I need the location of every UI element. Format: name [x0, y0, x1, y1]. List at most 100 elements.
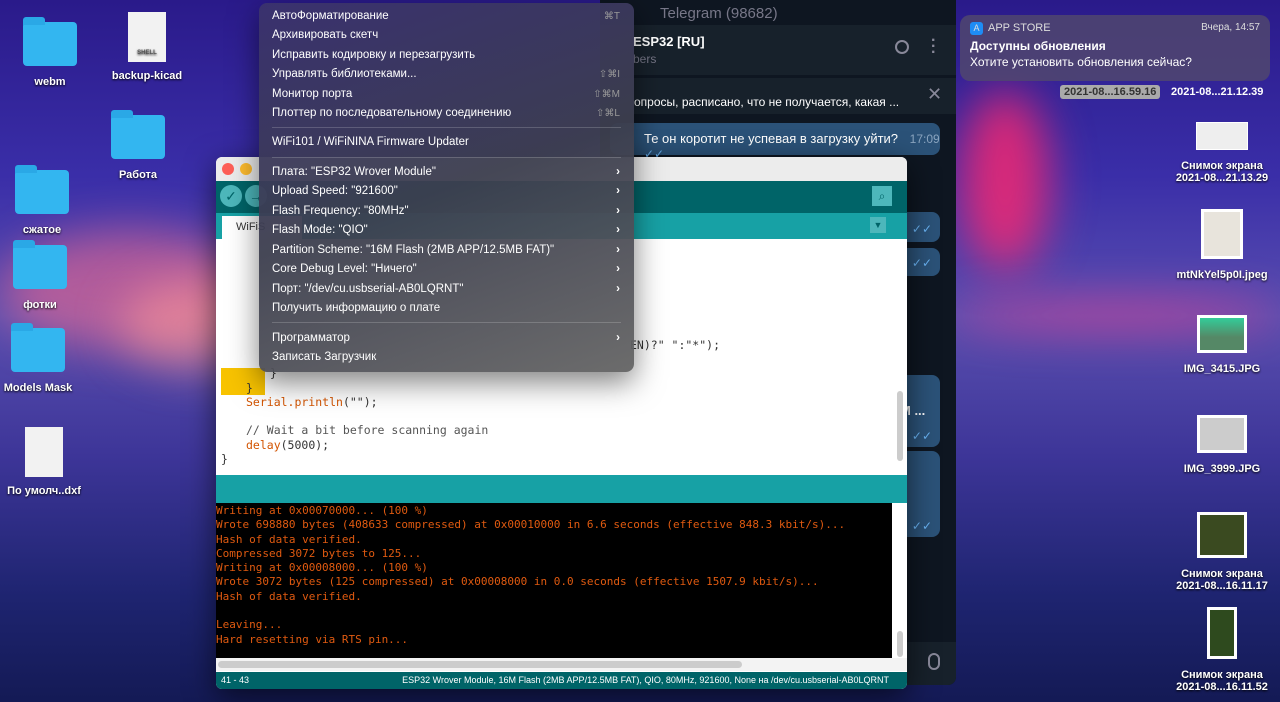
- desktop-icon-webm[interactable]: webm: [0, 17, 105, 88]
- menu-item[interactable]: Программатор ›: [272, 329, 620, 348]
- wallpaper-cloud: [960, 90, 1050, 270]
- appstore-icon: A: [970, 22, 983, 35]
- verify-button[interactable]: ✓: [220, 185, 242, 207]
- menu-item[interactable]: Flash Frequency: "80MHz" ›: [272, 202, 620, 221]
- menu-item[interactable]: Порт: "/dev/cu.usbserial-AB0LQRNT" ›: [272, 280, 620, 299]
- menu-item-label: Записать Загрузчик: [272, 351, 377, 363]
- editor-scrollbar[interactable]: [897, 391, 903, 461]
- menu-item-label: WiFi101 / WiFiNINA Firmware Updater: [272, 136, 469, 148]
- desktop-icon-screenshot[interactable]: Снимок экрана 2021-08...16.11.17: [1167, 512, 1277, 592]
- menu-item-label: Получить информацию о плате: [272, 302, 441, 314]
- folder-icon: [13, 240, 67, 289]
- thumbnail: [1197, 315, 1247, 353]
- search-icon[interactable]: [895, 40, 909, 54]
- menu-item[interactable]: Управлять библиотеками... ⇧⌘I: [272, 65, 620, 84]
- desktop-icon-models-mask[interactable]: Models Mask: [0, 323, 93, 394]
- chevron-right-icon: ›: [616, 185, 620, 197]
- console-line: Hash of data verified.: [216, 532, 362, 546]
- code-line: delay(5000);: [246, 438, 330, 452]
- menu-item-label: Плоттер по последовательному соединению: [272, 107, 512, 119]
- menu-item[interactable]: Плата: "ESP32 Wrover Module" ›: [272, 163, 620, 182]
- message-area: [216, 475, 907, 503]
- chevron-right-icon: ›: [616, 205, 620, 217]
- code-line: }: [221, 452, 228, 466]
- microphone-icon[interactable]: [928, 653, 940, 670]
- desktop-icon-rabota[interactable]: Работа: [83, 110, 193, 181]
- desktop-label[interactable]: 2021-08...21.12.39: [1171, 86, 1263, 98]
- desktop-icon-backup-kicad[interactable]: SHELL backup-kicad: [92, 12, 202, 82]
- desktop-icon-jpeg[interactable]: mtNkYel5p0I.jpeg: [1167, 209, 1277, 281]
- desktop-icon-screenshot[interactable]: Снимок экрана 2021-08...16.11.52: [1167, 607, 1277, 693]
- chevron-right-icon: ›: [616, 244, 620, 256]
- notification-appstore[interactable]: A APP STORE Вчера, 14:57 Доступны обновлен…: [960, 15, 1270, 81]
- console: Writing at 0x00070000... (100 %) Wrote 69…: [216, 503, 892, 658]
- menu-item[interactable]: Получить информацию о плате: [272, 299, 620, 318]
- close-window-button[interactable]: [222, 163, 234, 175]
- menu-item[interactable]: Монитор порта ⇧⌘M: [272, 85, 620, 104]
- menu-item-label: Монитор порта: [272, 88, 353, 100]
- thumbnail: [1201, 209, 1243, 259]
- shell-file-icon: SHELL: [128, 12, 166, 62]
- desktop-icon-fotki[interactable]: фотки: [0, 240, 95, 311]
- thumbnail: [1197, 512, 1247, 558]
- thumbnail: [1207, 607, 1237, 659]
- code-line: }: [246, 381, 253, 395]
- shortcut-label: ⇧⌘M: [593, 89, 620, 100]
- menu-item[interactable]: Исправить кодировку и перезагрузить: [272, 46, 620, 65]
- horizontal-scrollbar[interactable]: [218, 661, 742, 668]
- menu-item[interactable]: WiFi101 / WiFiNINA Firmware Updater: [272, 133, 620, 152]
- console-line: Writing at 0x00008000... (100 %): [216, 561, 428, 575]
- menu-item-label: Partition Scheme: "16M Flash (2MB APP/12…: [272, 244, 555, 256]
- console-scrollbar[interactable]: [897, 631, 903, 657]
- read-ticks-icon: ✓✓: [911, 222, 932, 236]
- minimize-window-button[interactable]: [240, 163, 252, 175]
- desktop-icon-img3415[interactable]: IMG_3415.JPG: [1167, 315, 1277, 375]
- menu-item-label: Upload Speed: "921600": [272, 185, 398, 197]
- shortcut-label: ⇧⌘I: [598, 69, 620, 80]
- menu-item[interactable]: Записать Загрузчик: [272, 348, 620, 367]
- tab-menu-dropdown[interactable]: ▼: [870, 217, 886, 233]
- code-line: EN)?" ":"*");: [630, 338, 721, 352]
- line-range: 41 - 43: [221, 675, 250, 685]
- desktop-icon-img3999[interactable]: IMG_3999.JPG: [1167, 415, 1277, 475]
- menu-item[interactable]: Partition Scheme: "16M Flash (2MB APP/12…: [272, 241, 620, 260]
- read-ticks-icon: ✓✓: [911, 256, 932, 270]
- code-comment: // Wait a bit before scanning again: [246, 423, 489, 437]
- menu-separator: [272, 127, 621, 128]
- thumbnail: [1196, 122, 1248, 150]
- tools-menu: АвтоФорматирование ⌘T Архивировать скетч Ис…: [259, 3, 634, 372]
- shortcut-label: ⇧⌘L: [596, 108, 620, 119]
- read-ticks-icon: ✓✓: [911, 429, 932, 443]
- chevron-right-icon: ›: [616, 283, 620, 295]
- desktop-icon-screenshot[interactable]: Снимок экрана 2021-08...21.13.29: [1167, 122, 1277, 184]
- menu-item[interactable]: Плоттер по последовательному соединению ⇧…: [272, 104, 620, 123]
- menu-item[interactable]: Core Debug Level: "Ничего" ›: [272, 260, 620, 279]
- board-status: ESP32 Wrover Module, 16M Flash (2MB APP/…: [402, 675, 889, 685]
- menu-separator: [272, 157, 621, 158]
- desktop-icon-dxf[interactable]: По умолч..dxf: [0, 427, 99, 497]
- desktop-icon-szhatoe[interactable]: сжатое: [0, 165, 97, 236]
- menu-separator: [272, 322, 621, 323]
- menu-item[interactable]: АвтоФорматирование ⌘T: [272, 7, 620, 26]
- menu-item[interactable]: Архивировать скетч: [272, 26, 620, 45]
- message-bubble: Те он коротит не успевая в загрузку уйти…: [610, 123, 940, 161]
- close-icon[interactable]: ✕: [927, 84, 942, 105]
- more-icon[interactable]: · · ·: [931, 33, 936, 61]
- folder-icon: [15, 165, 69, 214]
- menu-item-label: Управлять библиотеками...: [272, 68, 417, 80]
- folder-icon: [111, 110, 165, 159]
- folder-icon: [11, 323, 65, 372]
- file-icon: [25, 427, 63, 477]
- console-line: Writing at 0x00070000... (100 %): [216, 504, 428, 517]
- console-line: Wrote 3072 bytes (125 compressed) at 0x0…: [216, 575, 819, 589]
- serial-monitor-icon[interactable]: ⌕: [872, 186, 892, 206]
- menu-item[interactable]: Flash Mode: "QIO" ›: [272, 221, 620, 240]
- menu-item-label: Плата: "ESP32 Wrover Module": [272, 166, 436, 178]
- console-line: Leaving...: [216, 618, 283, 632]
- menu-item[interactable]: Upload Speed: "921600" ›: [272, 182, 620, 201]
- line-highlight: [221, 368, 265, 395]
- desktop-label[interactable]: 2021-08...16.59.16: [1060, 85, 1161, 99]
- chat-title: ESP32 [RU]: [633, 34, 705, 49]
- chevron-right-icon: ›: [616, 263, 620, 275]
